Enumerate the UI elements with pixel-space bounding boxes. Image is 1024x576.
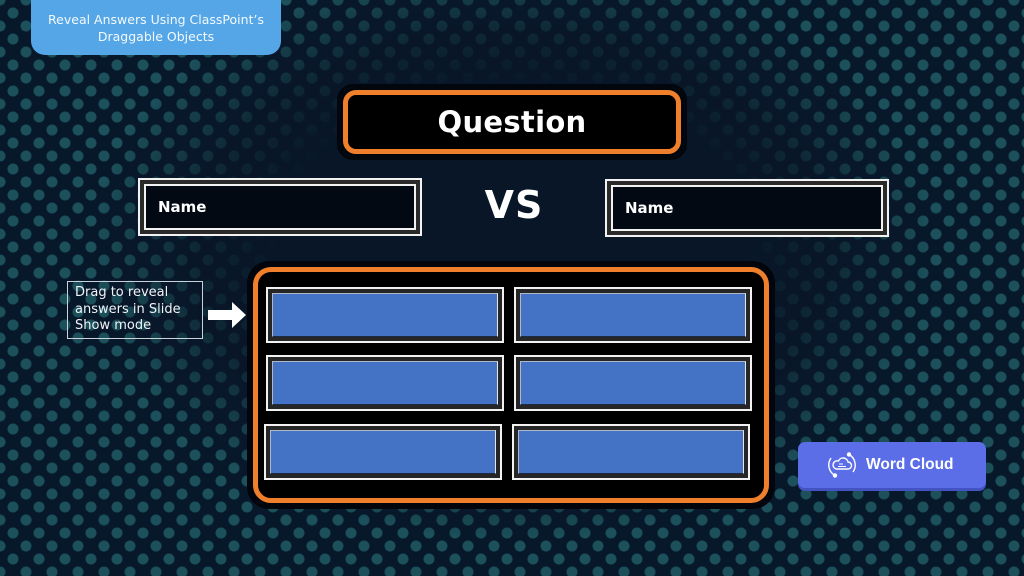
title-line-1: Reveal Answers Using ClassPoint’s	[48, 11, 264, 27]
answer-board-frame	[253, 267, 769, 503]
word-cloud-label: Word Cloud	[866, 456, 954, 473]
left-name-label: Name	[144, 184, 416, 230]
answer-cell	[264, 424, 502, 480]
question-box: Question	[337, 84, 687, 160]
word-cloud-button[interactable]: Word Cloud	[798, 442, 986, 488]
answer-board	[247, 261, 775, 509]
title-badge: Reveal Answers Using ClassPoint’s Dragga…	[31, 0, 281, 55]
right-name-box: Name	[605, 179, 889, 237]
answer-tile-3[interactable]	[272, 361, 498, 405]
right-arrow-icon	[208, 302, 246, 328]
title-line-2: Draggable Objects	[97, 28, 215, 44]
question-label: Question	[343, 90, 681, 154]
answer-tile-1[interactable]	[272, 293, 498, 337]
answer-cell	[514, 287, 752, 343]
answer-tile-4[interactable]	[520, 361, 746, 405]
answer-cell	[514, 355, 752, 411]
vs-label: VS	[484, 183, 544, 227]
right-name-label: Name	[611, 185, 883, 231]
word-cloud-icon	[828, 452, 856, 478]
answer-cell	[512, 424, 750, 480]
left-name-box: Name	[138, 178, 422, 236]
drag-hint-text: Drag to reveal answers in Slide Show mod…	[67, 281, 203, 339]
answer-tile-6[interactable]	[518, 430, 744, 474]
answer-cell	[266, 355, 504, 411]
answer-tile-5[interactable]	[270, 430, 496, 474]
answer-cell	[266, 287, 504, 343]
answer-tile-2[interactable]	[520, 293, 746, 337]
